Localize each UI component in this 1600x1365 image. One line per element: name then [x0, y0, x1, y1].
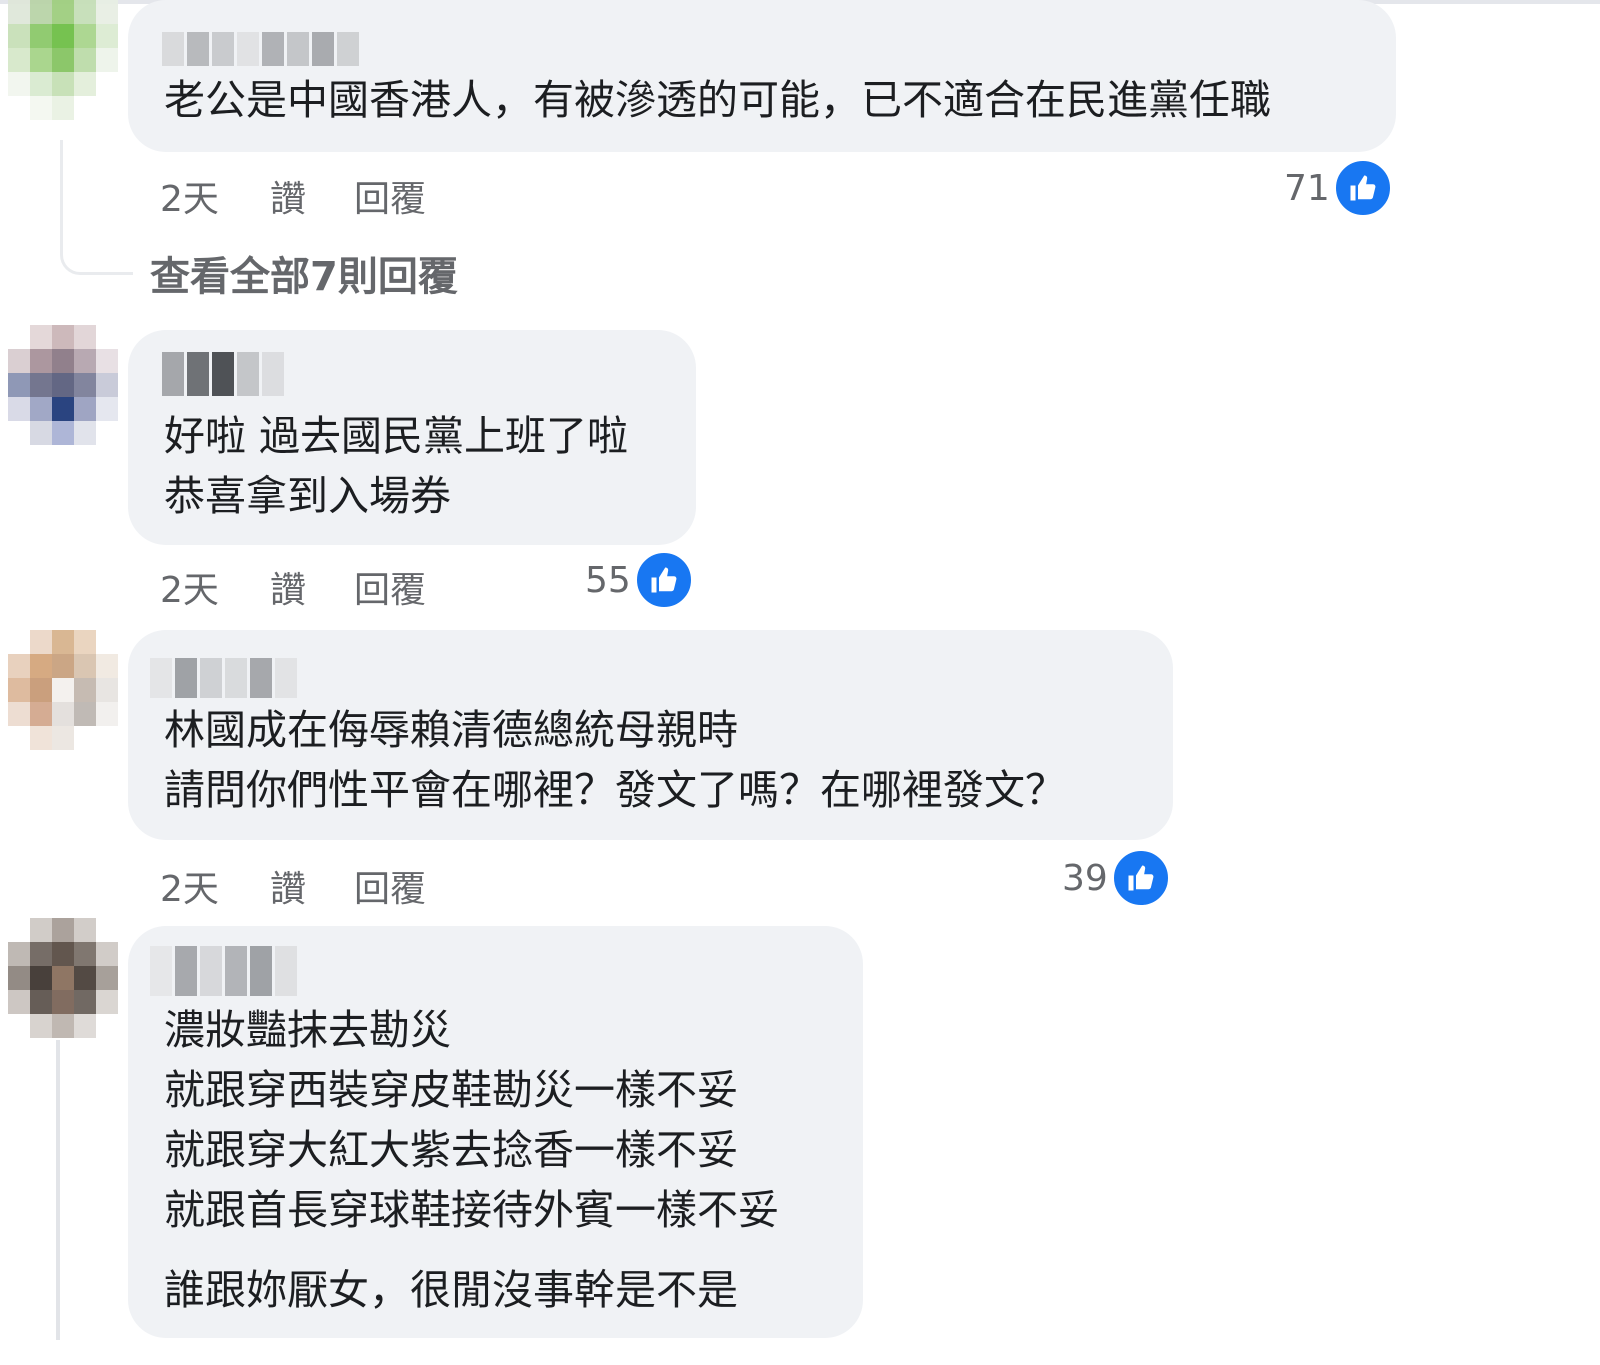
comment-time[interactable]: 2天	[160, 170, 219, 222]
comment-bubble: 林國成在侮辱賴清德總統母親時 請問你們性平會在哪裡？發文了嗎？在哪裡發文？	[128, 630, 1173, 840]
avatar[interactable]	[8, 630, 118, 750]
commenter-name[interactable]	[150, 946, 297, 996]
avatar[interactable]	[8, 918, 118, 1038]
reply-thread-line	[60, 140, 133, 275]
like-button[interactable]: 讚	[270, 860, 306, 912]
reaction-count: 39	[1062, 857, 1108, 899]
reply-button[interactable]: 回覆	[354, 170, 426, 222]
like-icon	[1333, 159, 1392, 217]
reply-button[interactable]: 回覆	[354, 860, 426, 912]
like-button[interactable]: 讚	[270, 170, 306, 222]
view-all-replies-link[interactable]: 查看全部7則回覆	[150, 244, 458, 302]
reaction-summary[interactable]: 71	[1284, 159, 1392, 217]
reply-button[interactable]: 回覆	[354, 561, 426, 613]
comment-text: 好啦 過去國民黨上班了啦 恭喜拿到入場券	[164, 412, 629, 520]
comment-text: 老公是中國香港人，有被滲透的可能，已不適合在民進黨任職	[164, 76, 1271, 124]
comment-time[interactable]: 2天	[160, 561, 219, 613]
reply-thread-line	[56, 1040, 60, 1340]
comment-bubble: 好啦 過去國民黨上班了啦 恭喜拿到入場券	[128, 330, 696, 545]
avatar[interactable]	[8, 0, 118, 120]
commenter-name[interactable]	[162, 352, 284, 396]
like-icon	[1111, 849, 1170, 907]
comment-text: 林國成在侮辱賴清德總統母親時 請問你們性平會在哪裡？發文了嗎？在哪裡發文？	[164, 706, 1066, 814]
comment-time[interactable]: 2天	[160, 860, 219, 912]
commenter-name[interactable]	[150, 658, 297, 698]
comment-bubble: 濃妝豔抹去勘災 就跟穿西裝穿皮鞋勘災一樣不妥 就跟穿大紅大紫去捻香一樣不妥 就跟…	[128, 926, 863, 1338]
comment-bubble: 老公是中國香港人，有被滲透的可能，已不適合在民進黨任職	[128, 0, 1396, 152]
avatar[interactable]	[8, 325, 118, 445]
commenter-name[interactable]	[162, 32, 359, 66]
reaction-summary[interactable]: 39	[1062, 849, 1170, 907]
reaction-count: 71	[1284, 167, 1330, 209]
reaction-summary[interactable]: 55	[585, 551, 693, 609]
like-icon	[634, 551, 693, 609]
reaction-count: 55	[585, 559, 631, 601]
comment-text: 濃妝豔抹去勘災 就跟穿西裝穿皮鞋勘災一樣不妥 就跟穿大紅大紫去捻香一樣不妥 就跟…	[164, 1006, 779, 1314]
like-button[interactable]: 讚	[270, 561, 306, 613]
